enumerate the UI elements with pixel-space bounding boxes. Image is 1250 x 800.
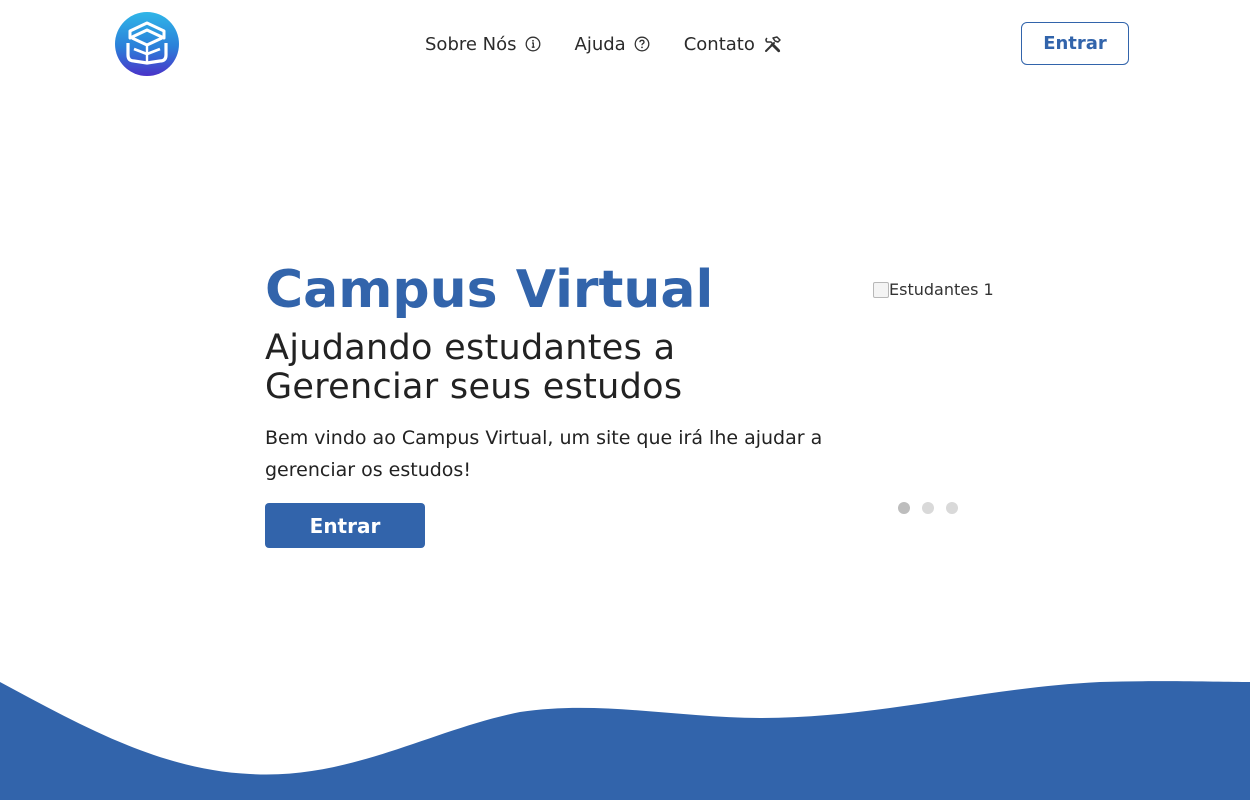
- nav-item-label: Ajuda: [574, 33, 626, 55]
- nav-item-ajuda[interactable]: Ajuda: [575, 34, 650, 55]
- carousel-image-alt: Estudantes 1: [889, 280, 994, 299]
- carousel-dot[interactable]: [898, 502, 910, 514]
- nav-item-contato[interactable]: Contato: [684, 34, 783, 55]
- broken-image-icon: [873, 281, 889, 298]
- carousel-dot[interactable]: [922, 502, 934, 514]
- hero-title: Campus Virtual: [265, 260, 714, 320]
- hero-subtitle: Ajudando estudantes a Gerenciar seus est…: [265, 329, 682, 407]
- landing-page: Sobre Nós Ajuda Contato Entrar Campus Vi…: [0, 0, 1250, 800]
- hero-subtitle-line-2: Gerenciar seus estudos: [265, 367, 683, 407]
- hero-subtitle-line-1: Ajudando estudantes a: [265, 328, 676, 368]
- logo-icon[interactable]: [114, 11, 180, 77]
- tools-icon: [763, 35, 783, 53]
- carousel-indicators: [898, 502, 958, 514]
- main-nav: Sobre Nós Ajuda Contato: [425, 30, 783, 58]
- carousel-image: Estudantes 1: [873, 280, 994, 299]
- nav-item-label: Contato: [683, 33, 755, 55]
- info-circle-icon: [525, 36, 541, 52]
- login-button[interactable]: Entrar: [1021, 22, 1129, 65]
- nav-item-sobre-nos[interactable]: Sobre Nós: [425, 34, 541, 55]
- question-circle-icon: [634, 36, 650, 52]
- hero-login-button[interactable]: Entrar: [265, 503, 425, 548]
- footer-wave: [0, 681, 1250, 800]
- nav-item-label: Sobre Nós: [425, 33, 517, 55]
- carousel-dot[interactable]: [946, 502, 958, 514]
- hero-description: Bem vindo ao Campus Virtual, um site que…: [265, 427, 823, 481]
